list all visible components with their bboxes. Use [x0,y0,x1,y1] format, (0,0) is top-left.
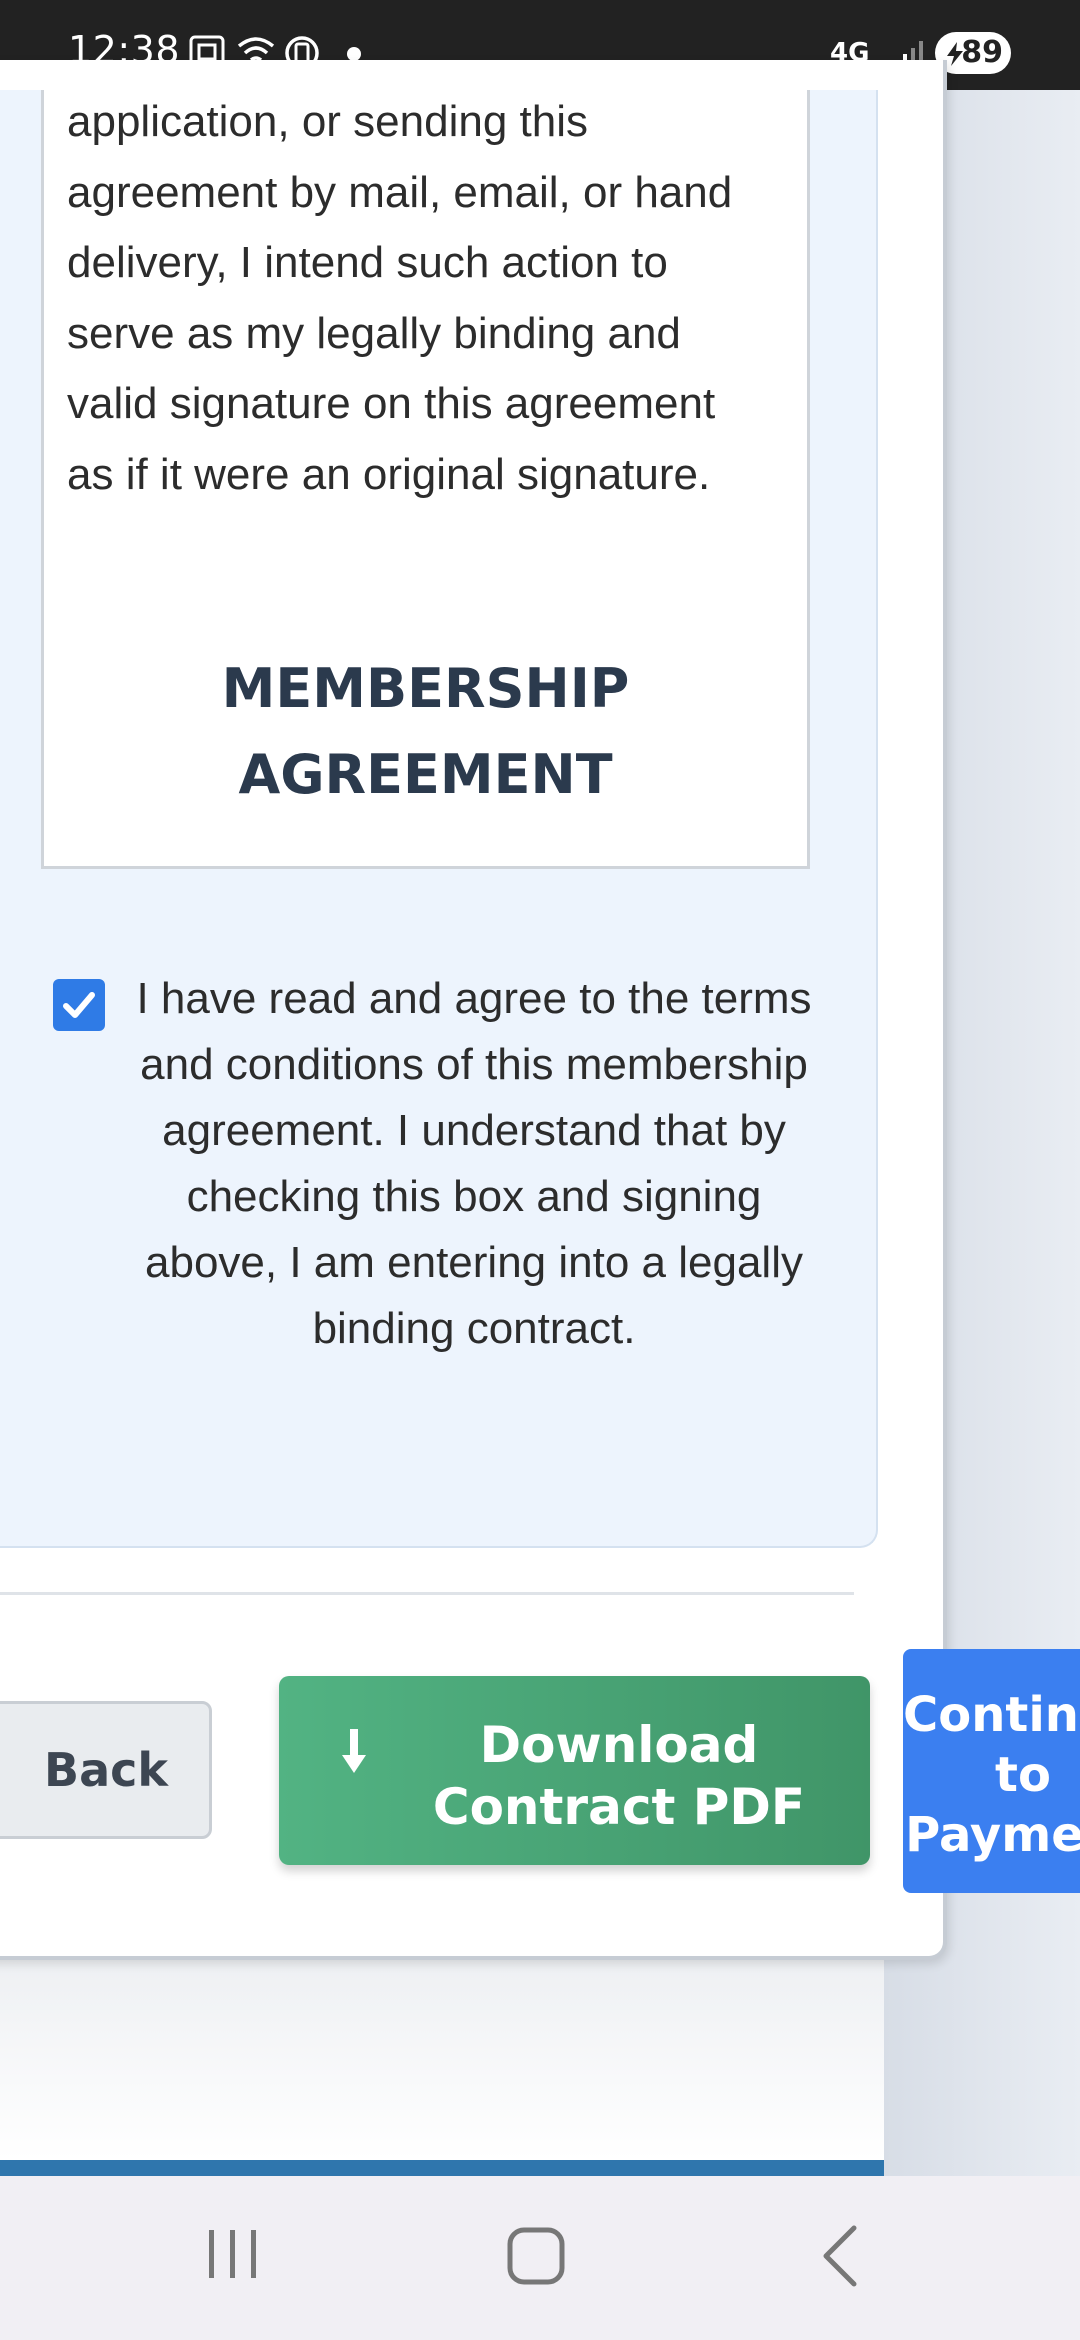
recent-apps-icon[interactable] [205,2224,261,2289]
back-button[interactable]: Back [0,1701,212,1839]
battery-level: 89 [961,35,1003,70]
download-contract-label: Download Contract PDF [432,1716,806,1836]
screen: 12:38 4G 89 application, or sending this… [0,0,1080,2340]
terms-heading: MEMBERSHIP AGREEMENT [221,657,630,806]
page-footer-area [0,1960,884,2160]
download-arrow-icon [341,1726,367,1788]
agree-label[interactable]: I have read and agree to the terms and c… [128,966,820,1362]
home-icon[interactable] [506,2224,566,2293]
terms-body-text: application, or sending this agreement b… [67,97,733,499]
continue-label: Continue to Payment [903,1687,1080,1863]
download-contract-button[interactable]: Download Contract PDF [279,1676,870,1865]
system-nav-bar [0,2176,1080,2340]
back-icon[interactable] [818,2224,862,2293]
continue-to-payment-button[interactable]: Continue to Payment [903,1649,1080,1893]
page-bottom-strip [0,2160,884,2176]
checkmark-icon [63,992,95,1018]
divider [0,1592,854,1595]
agree-checkbox[interactable] [53,979,105,1031]
notification-dot-icon [347,47,361,61]
